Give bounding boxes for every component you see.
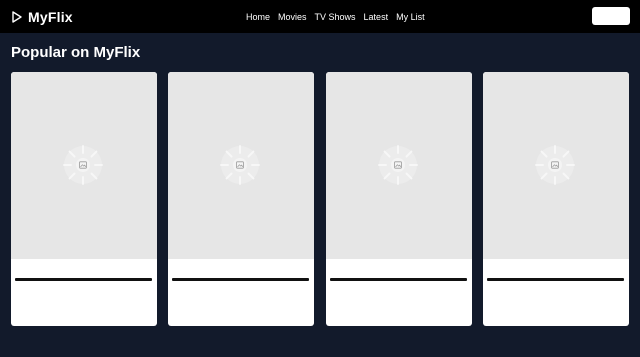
title-text-placeholder [172, 278, 309, 281]
main-navigation: Home Movies TV Shows Latest My List [246, 11, 425, 23]
title-text-placeholder [487, 278, 624, 281]
brand-name: MyFlix [28, 9, 73, 25]
media-card[interactable] [168, 72, 314, 326]
image-placeholder-icon [220, 145, 260, 185]
media-card[interactable] [483, 72, 629, 326]
brand-logo[interactable]: MyFlix [12, 9, 73, 25]
image-placeholder-icon [378, 145, 418, 185]
nav-home-link[interactable]: Home [246, 11, 270, 23]
title-text-placeholder [330, 278, 467, 281]
nav-latest-link[interactable]: Latest [364, 11, 389, 23]
title-text-placeholder [15, 278, 152, 281]
nav-tv-shows-link[interactable]: TV Shows [315, 11, 356, 23]
image-placeholder-icon [535, 145, 575, 185]
section-title: Popular on MyFlix [11, 44, 141, 61]
poster-placeholder [483, 72, 629, 259]
top-navigation-bar: MyFlix Home Movies TV Shows Latest My Li… [0, 0, 640, 33]
poster-placeholder [168, 72, 314, 259]
media-card[interactable] [326, 72, 472, 326]
nav-my-list-link[interactable]: My List [396, 11, 425, 23]
play-icon [12, 11, 22, 23]
popular-row [11, 72, 631, 327]
top-action-button[interactable] [592, 7, 630, 25]
poster-placeholder [326, 72, 472, 259]
nav-movies-link[interactable]: Movies [278, 11, 307, 23]
poster-placeholder [11, 72, 157, 259]
media-card[interactable] [11, 72, 157, 326]
image-placeholder-icon [63, 145, 103, 185]
